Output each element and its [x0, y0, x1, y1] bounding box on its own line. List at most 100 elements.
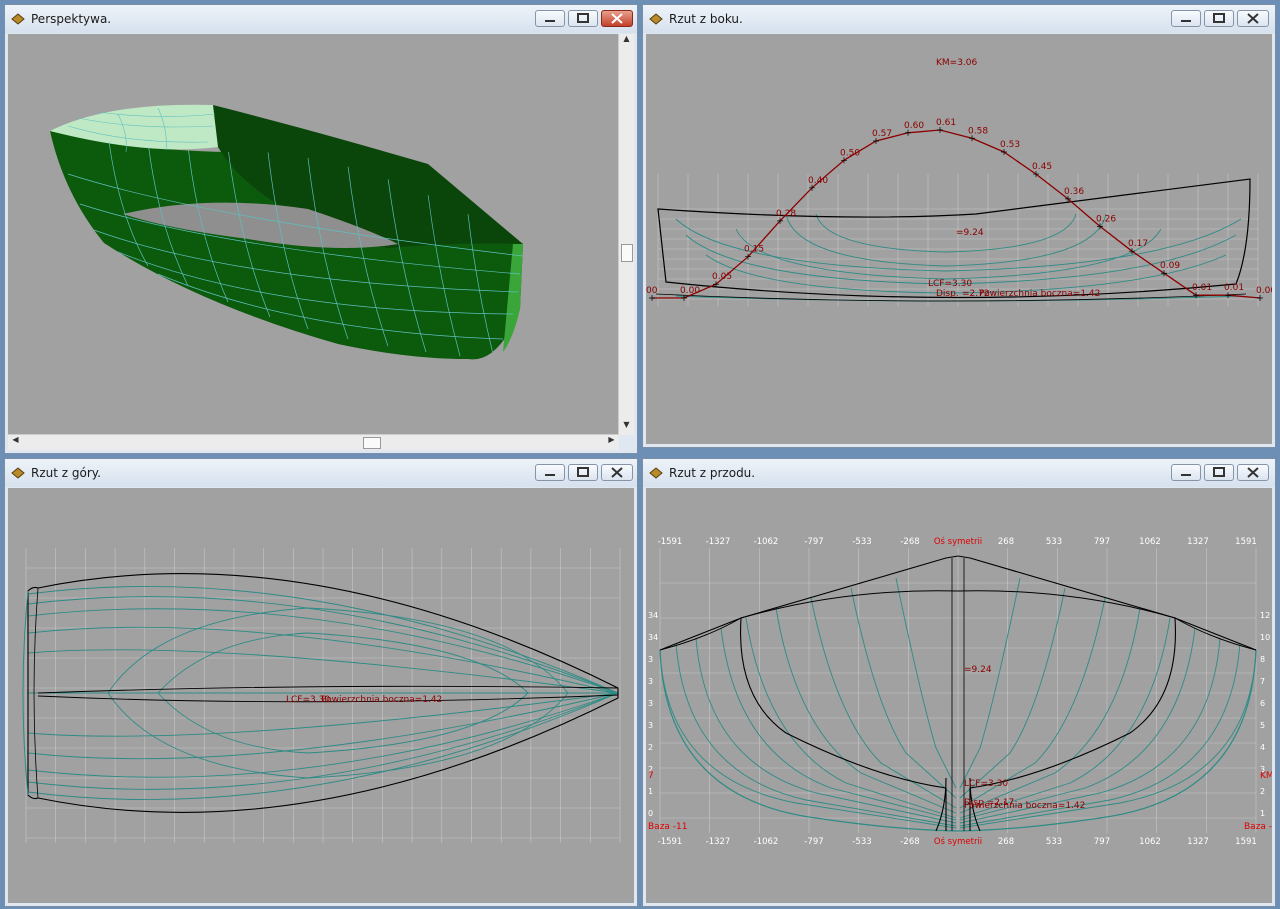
curve-value-label: 0.58: [968, 126, 988, 136]
perspective-window[interactable]: Perspektywa. ▲ ▼ ◀ ▶: [4, 4, 638, 454]
kb-label: =9.24: [956, 228, 984, 238]
curve-value-label: 0.40: [808, 176, 828, 186]
close-button[interactable]: [601, 10, 633, 27]
body-plan-drawing: -1591 -1327 -1062 -797 -533 -268 Oś symetrii 2 6…: [648, 536, 1272, 847]
close-button[interactable]: [1237, 10, 1269, 27]
close-icon: [611, 13, 623, 24]
edge-label: 2: [648, 743, 653, 752]
lateral-area-label: Powierzchnia boczna=1.42: [979, 289, 1100, 299]
minimize-icon: [1181, 20, 1191, 22]
front-view-window[interactable]: Rzut z przodu. -1591 -1327 -1062 -797 -5…: [642, 458, 1276, 907]
vertical-scrollbar[interactable]: ▲ ▼: [618, 34, 634, 435]
curve-value-label: 0.57: [872, 129, 892, 139]
edge-label: 34: [648, 633, 658, 642]
maximize-icon: [1213, 467, 1225, 477]
curve-value-label: 0.28: [776, 209, 796, 219]
edge-label: 12: [1260, 611, 1270, 620]
window-title: Rzut z przodu.: [669, 466, 756, 480]
close-button[interactable]: [1237, 464, 1269, 481]
maximize-button[interactable]: [568, 464, 598, 481]
curve-value-label: 0.01: [1224, 283, 1244, 293]
curve-value-label: 00: [646, 286, 658, 296]
scroll-right-arrow[interactable]: ▶: [604, 435, 619, 450]
window-title: Rzut z boku.: [669, 12, 743, 26]
edge-label: 2: [1260, 787, 1265, 796]
tick-label: -1327: [706, 837, 731, 847]
maximize-icon: [1213, 13, 1225, 23]
tick-label: 1591: [1235, 537, 1257, 547]
minimize-button[interactable]: [535, 10, 565, 27]
edge-label: 4: [1260, 743, 1265, 752]
curve-value-label: 0.05: [712, 272, 732, 282]
perspective-titlebar[interactable]: Perspektywa.: [5, 5, 637, 33]
tick-label: -1591: [658, 537, 683, 547]
scroll-left-arrow[interactable]: ◀: [8, 435, 23, 450]
edge-label: 7: [1260, 677, 1265, 686]
top-plan-drawing: LCF=3.30 Powierzchnia boczna=1.42: [22, 548, 621, 843]
tick-label: 533: [1046, 837, 1062, 847]
tick-label: -268: [900, 837, 919, 847]
top-view-window[interactable]: Rzut z góry. LCF=3.30 Powierzchnia boczn…: [4, 458, 638, 907]
tick-label: 1062: [1139, 537, 1161, 547]
base-right-label: Baza -: [1244, 822, 1272, 832]
maximize-button[interactable]: [1204, 464, 1234, 481]
lcf-label: LCF=3.30: [928, 279, 972, 289]
top-view-titlebar[interactable]: Rzut z góry.: [5, 459, 637, 487]
perspective-viewport[interactable]: [8, 34, 619, 435]
tick-label: 1327: [1187, 837, 1209, 847]
area-label: Powierzchnia boczna=1.42: [964, 801, 1085, 811]
tick-label: 1062: [1139, 837, 1161, 847]
tick-label: 533: [1046, 537, 1062, 547]
app-icon: [11, 467, 25, 479]
side-view-window[interactable]: Rzut z boku. 00 0.00 0.05 0.15 0.28 0.40 0.50 0…: [642, 4, 1276, 448]
window-title: Perspektywa.: [31, 12, 112, 26]
lateral-area-label: Powierzchnia boczna=1.42: [321, 695, 442, 705]
left-red-label: 7: [648, 771, 654, 781]
tick-label: -533: [852, 837, 871, 847]
side-view-canvas[interactable]: 00 0.00 0.05 0.15 0.28 0.40 0.50 0.57 0.60 0.61 0.…: [646, 34, 1272, 444]
base-left-label: Baza -11: [648, 822, 688, 832]
scroll-thumb[interactable]: [621, 244, 633, 262]
app-icon: [649, 467, 663, 479]
edge-label: 3: [648, 699, 653, 708]
front-view-canvas[interactable]: -1591 -1327 -1062 -797 -533 -268 Oś symetrii 2 6…: [646, 488, 1272, 903]
close-button[interactable]: [601, 464, 633, 481]
curve-value-label: 0.00: [1256, 286, 1272, 296]
top-view-canvas[interactable]: LCF=3.30 Powierzchnia boczna=1.42: [8, 488, 634, 903]
edge-label: 1: [1260, 809, 1265, 818]
minimize-icon: [1181, 474, 1191, 476]
front-view-titlebar[interactable]: Rzut z przodu.: [643, 459, 1275, 487]
close-icon: [1247, 467, 1259, 478]
tick-label: -797: [804, 837, 823, 847]
scroll-down-arrow[interactable]: ▼: [619, 420, 634, 435]
h-scroll-thumb[interactable]: [363, 437, 381, 449]
edge-label: 34: [648, 611, 658, 620]
minimize-icon: [545, 20, 555, 22]
edge-label: 10: [1260, 633, 1270, 642]
minimize-button[interactable]: [1171, 10, 1201, 27]
minimize-button[interactable]: [1171, 464, 1201, 481]
window-title: Rzut z góry.: [31, 466, 101, 480]
close-icon: [1247, 13, 1259, 24]
tick-label: Oś symetrii: [934, 536, 982, 547]
side-profile-drawing: 00 0.00 0.05 0.15 0.28 0.40 0.50 0.57 0.60 0.61 0.…: [646, 58, 1272, 306]
tick-label: 1327: [1187, 537, 1209, 547]
maximize-button[interactable]: [568, 10, 598, 27]
edge-label: 6: [1260, 699, 1265, 708]
curve-value-label: 0.36: [1064, 187, 1084, 197]
app-icon: [11, 13, 25, 25]
minimize-button[interactable]: [535, 464, 565, 481]
minimize-icon: [545, 474, 555, 476]
kb-label: =9.24: [964, 665, 992, 675]
side-view-titlebar[interactable]: Rzut z boku.: [643, 5, 1275, 33]
tick-label: -797: [804, 537, 823, 547]
scroll-up-arrow[interactable]: ▲: [619, 34, 634, 49]
tick-label: -1062: [754, 837, 779, 847]
curve-value-label: 0.09: [1160, 261, 1180, 271]
edge-label: 3: [648, 655, 653, 664]
horizontal-scrollbar[interactable]: ◀ ▶: [8, 434, 619, 450]
edge-label: 3: [648, 677, 653, 686]
maximize-button[interactable]: [1204, 10, 1234, 27]
curve-value-label: 0.45: [1032, 162, 1052, 172]
edge-label: 0: [648, 809, 653, 818]
